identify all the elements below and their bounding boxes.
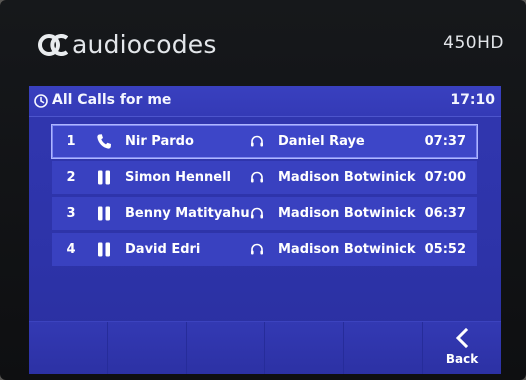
softkey-1[interactable] <box>29 322 107 374</box>
phone-device: audiocodes 450HD All Calls for me 17:10 … <box>0 0 526 380</box>
call-duration: 07:00 <box>424 170 466 185</box>
headset-icon <box>251 135 263 147</box>
agent-name: Daniel Raye <box>278 134 365 149</box>
agent-name: Madison Botwinick <box>278 242 416 257</box>
call-index: 3 <box>66 206 76 221</box>
pause-icon <box>98 206 110 221</box>
call-row-2[interactable]: 2 Simon Hennell Madison Botwinick 07:00 <box>52 161 477 194</box>
agent-name: Madison Botwinick <box>278 170 416 185</box>
headset-icon <box>251 243 263 255</box>
call-index: 1 <box>66 134 76 149</box>
caller-name: Simon Hennell <box>125 170 232 185</box>
call-index: 2 <box>66 170 76 185</box>
model-number: 450HD <box>443 33 504 53</box>
title-bar: All Calls for me 17:10 <box>29 86 501 117</box>
call-row-3[interactable]: 3 Benny Matityahu Madison Botwinick 06:3… <box>52 197 477 230</box>
headset-icon <box>251 207 263 219</box>
status-time: 17:10 <box>450 92 495 108</box>
call-row-1[interactable]: 1 Nir Pardo Daniel Raye 07:37 <box>51 124 478 159</box>
softkey-bar: Back <box>29 321 501 374</box>
back-label: Back <box>445 352 479 366</box>
brand-name: audiocodes <box>72 30 217 59</box>
calls-list: 1 Nir Pardo Daniel Raye 07:37 2 Simon He… <box>51 124 478 269</box>
audiocodes-logo-icon <box>38 33 68 56</box>
softkey-3[interactable] <box>185 322 265 374</box>
caller-name: David Edri <box>125 242 201 257</box>
brand-logo: audiocodes <box>38 30 217 59</box>
display-screen: All Calls for me 17:10 1 Nir Pardo Danie… <box>29 86 501 374</box>
caller-name: Benny Matityahu <box>125 206 250 221</box>
softkey-2[interactable] <box>106 322 186 374</box>
caller-name: Nir Pardo <box>125 134 194 149</box>
screen-title: All Calls for me <box>52 92 172 108</box>
pause-icon <box>98 170 110 185</box>
agent-name: Madison Botwinick <box>278 206 416 221</box>
softkey-4[interactable] <box>264 322 343 374</box>
headset-icon <box>251 171 263 183</box>
call-duration: 07:37 <box>424 134 466 149</box>
pause-icon <box>98 242 110 257</box>
call-duration: 05:52 <box>424 242 466 257</box>
back-button[interactable]: Back <box>422 322 501 374</box>
chevron-left-icon <box>455 328 469 348</box>
call-duration: 06:37 <box>424 206 466 221</box>
softkey-5[interactable] <box>343 322 422 374</box>
call-index: 4 <box>66 242 76 257</box>
phone-handset-icon <box>97 134 111 149</box>
clock-icon <box>34 94 48 108</box>
call-row-4[interactable]: 4 David Edri Madison Botwinick 05:52 <box>52 233 477 266</box>
